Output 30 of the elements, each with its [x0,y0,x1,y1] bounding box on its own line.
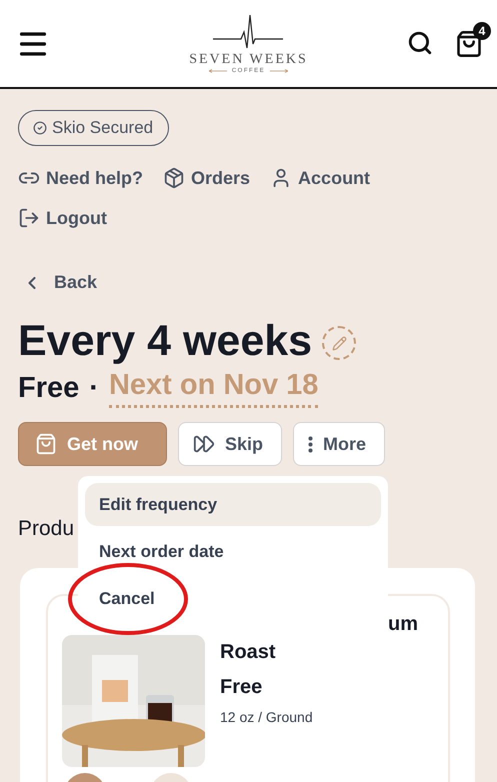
heartbeat-logo-icon [213,14,284,50]
product-title: um [388,613,419,635]
nav-link[interactable]: Logout [18,206,107,230]
product-title: Roast [220,641,277,664]
product-price: Free [220,676,264,699]
menu-item[interactable]: Next order date [85,530,381,573]
more-button[interactable]: More [293,422,386,466]
box-icon [163,167,186,189]
arrow-icon [208,68,227,72]
separator: · [89,372,99,405]
skip-button[interactable]: Skip [178,422,282,466]
badge-label: Skio Secured [52,118,154,138]
logout-icon [18,207,40,229]
fast-forward-icon [193,433,215,455]
cart-count: 4 [472,22,491,40]
nav-link[interactable]: Orders [163,166,250,190]
nav-link[interactable]: Need help? [18,166,144,190]
price: Free [18,372,80,405]
section-heading: Produ [18,517,76,541]
arrow-icon [270,68,288,72]
product-variant: 12 oz / Ground [220,709,313,725]
vertical-dots-icon [308,436,314,452]
bag-icon [35,433,57,455]
check-icon [33,121,47,135]
logo-name: SEVEN WEEKS [189,52,308,68]
menu-item[interactable]: Edit frequency [85,483,381,526]
page-title: Every 4 weeks [18,316,312,367]
nav-link[interactable]: Account [270,166,370,190]
back-link[interactable]: Back [18,272,479,293]
menu-item[interactable]: Cancel [85,577,381,620]
